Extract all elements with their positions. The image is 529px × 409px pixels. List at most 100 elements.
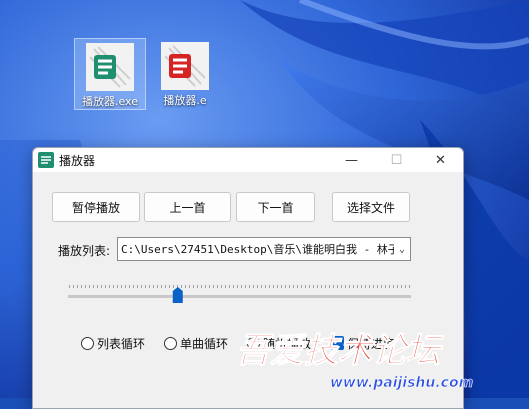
- slider-tick: [341, 285, 342, 288]
- slider-tick: [173, 285, 174, 288]
- slider-tick: [293, 285, 294, 288]
- slider-tick: [197, 285, 198, 288]
- slider-track: [68, 295, 411, 298]
- slider-tick: [245, 285, 246, 288]
- slider-tick: [205, 285, 206, 288]
- slider-tick: [181, 285, 182, 288]
- slider-tick: [157, 285, 158, 288]
- slider-tick: [301, 285, 302, 288]
- slider-tick: [189, 285, 190, 288]
- slider-tick: [381, 285, 382, 288]
- slider-tick: [297, 285, 298, 288]
- choose-file-button[interactable]: 选择文件: [332, 192, 410, 222]
- slider-tick: [269, 285, 270, 288]
- slider-tick: [273, 285, 274, 288]
- slider-tick: [321, 285, 322, 288]
- chevron-down-icon: ⌄: [398, 243, 406, 255]
- slider-tick: [201, 285, 202, 288]
- slider-tick: [141, 285, 142, 288]
- slider-tick: [317, 285, 318, 288]
- slider-tick: [129, 285, 130, 288]
- previous-button[interactable]: 上一首: [144, 192, 231, 222]
- slider-tick: [225, 285, 226, 288]
- slider-ticks: [69, 285, 410, 288]
- slider-tick: [393, 285, 394, 288]
- slider-tick: [169, 285, 170, 288]
- slider-tick: [113, 285, 114, 288]
- slider-tick: [149, 285, 150, 288]
- slider-tick: [281, 285, 282, 288]
- slider-tick: [265, 285, 266, 288]
- slider-tick: [377, 285, 378, 288]
- slider-tick: [165, 285, 166, 288]
- slider-tick: [261, 285, 262, 288]
- slider-tick: [237, 285, 238, 288]
- slider-tick: [133, 285, 134, 288]
- slider-tick: [213, 285, 214, 288]
- slider-tick: [345, 285, 346, 288]
- slider-tick: [161, 285, 162, 288]
- desktop-icon-player-e[interactable]: 播放器.e: [150, 38, 220, 108]
- slider-thumb[interactable]: [172, 287, 183, 303]
- slider-tick: [105, 285, 106, 288]
- slider-tick: [357, 285, 358, 288]
- slider-tick: [369, 285, 370, 288]
- radio-label: 列表循环: [97, 336, 146, 351]
- close-icon: ✕: [435, 152, 446, 168]
- slider-tick: [229, 285, 230, 288]
- radio-circle-icon: [81, 336, 94, 350]
- slider-tick: [145, 285, 146, 288]
- slider-tick: [185, 285, 186, 288]
- slider-tick: [153, 285, 154, 288]
- minimize-button[interactable]: —: [329, 148, 374, 172]
- slider-tick: [313, 285, 314, 288]
- slider-tick: [137, 285, 138, 288]
- playlist-select[interactable]: C:\Users\27451\Desktop\音乐\谁能明白我 - 林子 ⌄: [117, 237, 411, 261]
- player-app-icon: [86, 43, 134, 91]
- watermark-url: www.paijishu.com: [330, 375, 473, 391]
- slider-tick: [325, 285, 326, 288]
- slider-tick: [385, 285, 386, 288]
- slider-tick: [329, 285, 330, 288]
- slider-tick: [361, 285, 362, 288]
- slider-tick: [69, 285, 70, 288]
- window-title: 播放器: [59, 154, 96, 168]
- slider-tick: [277, 285, 278, 288]
- slider-tick: [193, 285, 194, 288]
- slider-tick: [305, 285, 306, 288]
- watermark-title: 吾爱技术论坛: [236, 331, 444, 371]
- progress-slider[interactable]: [68, 282, 411, 312]
- slider-tick: [97, 285, 98, 288]
- slider-tick: [117, 285, 118, 288]
- desktop-icon-label: 播放器.e: [163, 94, 207, 107]
- slider-tick: [209, 285, 210, 288]
- slider-tick: [109, 285, 110, 288]
- slider-tick: [389, 285, 390, 288]
- slider-tick: [289, 285, 290, 288]
- pause-button[interactable]: 暂停播放: [52, 192, 140, 222]
- next-button[interactable]: 下一首: [236, 192, 315, 222]
- slider-tick: [405, 285, 406, 288]
- maximize-button[interactable]: ☐: [374, 148, 419, 172]
- slider-tick: [93, 285, 94, 288]
- close-button[interactable]: ✕: [418, 148, 463, 172]
- radio-single-loop[interactable]: 单曲循环: [164, 335, 228, 351]
- playlist-label: 播放列表:: [58, 244, 111, 258]
- slider-tick: [85, 285, 86, 288]
- slider-tick: [253, 285, 254, 288]
- slider-tick: [365, 285, 366, 288]
- slider-tick: [401, 285, 402, 288]
- slider-tick: [397, 285, 398, 288]
- slider-tick: [241, 285, 242, 288]
- player-app-icon: [161, 42, 209, 90]
- title-bar[interactable]: 播放器 — ☐ ✕: [33, 148, 463, 172]
- maximize-icon: ☐: [390, 152, 403, 168]
- playlist-value: C:\Users\27451\Desktop\音乐\谁能明白我 - 林子: [121, 243, 394, 256]
- slider-tick: [217, 285, 218, 288]
- desktop-icon-player-exe[interactable]: 播放器.exe: [74, 38, 146, 110]
- app-icon: [38, 152, 54, 168]
- slider-tick: [373, 285, 374, 288]
- radio-list-loop[interactable]: 列表循环: [81, 335, 145, 351]
- slider-tick: [233, 285, 234, 288]
- slider-tick: [125, 285, 126, 288]
